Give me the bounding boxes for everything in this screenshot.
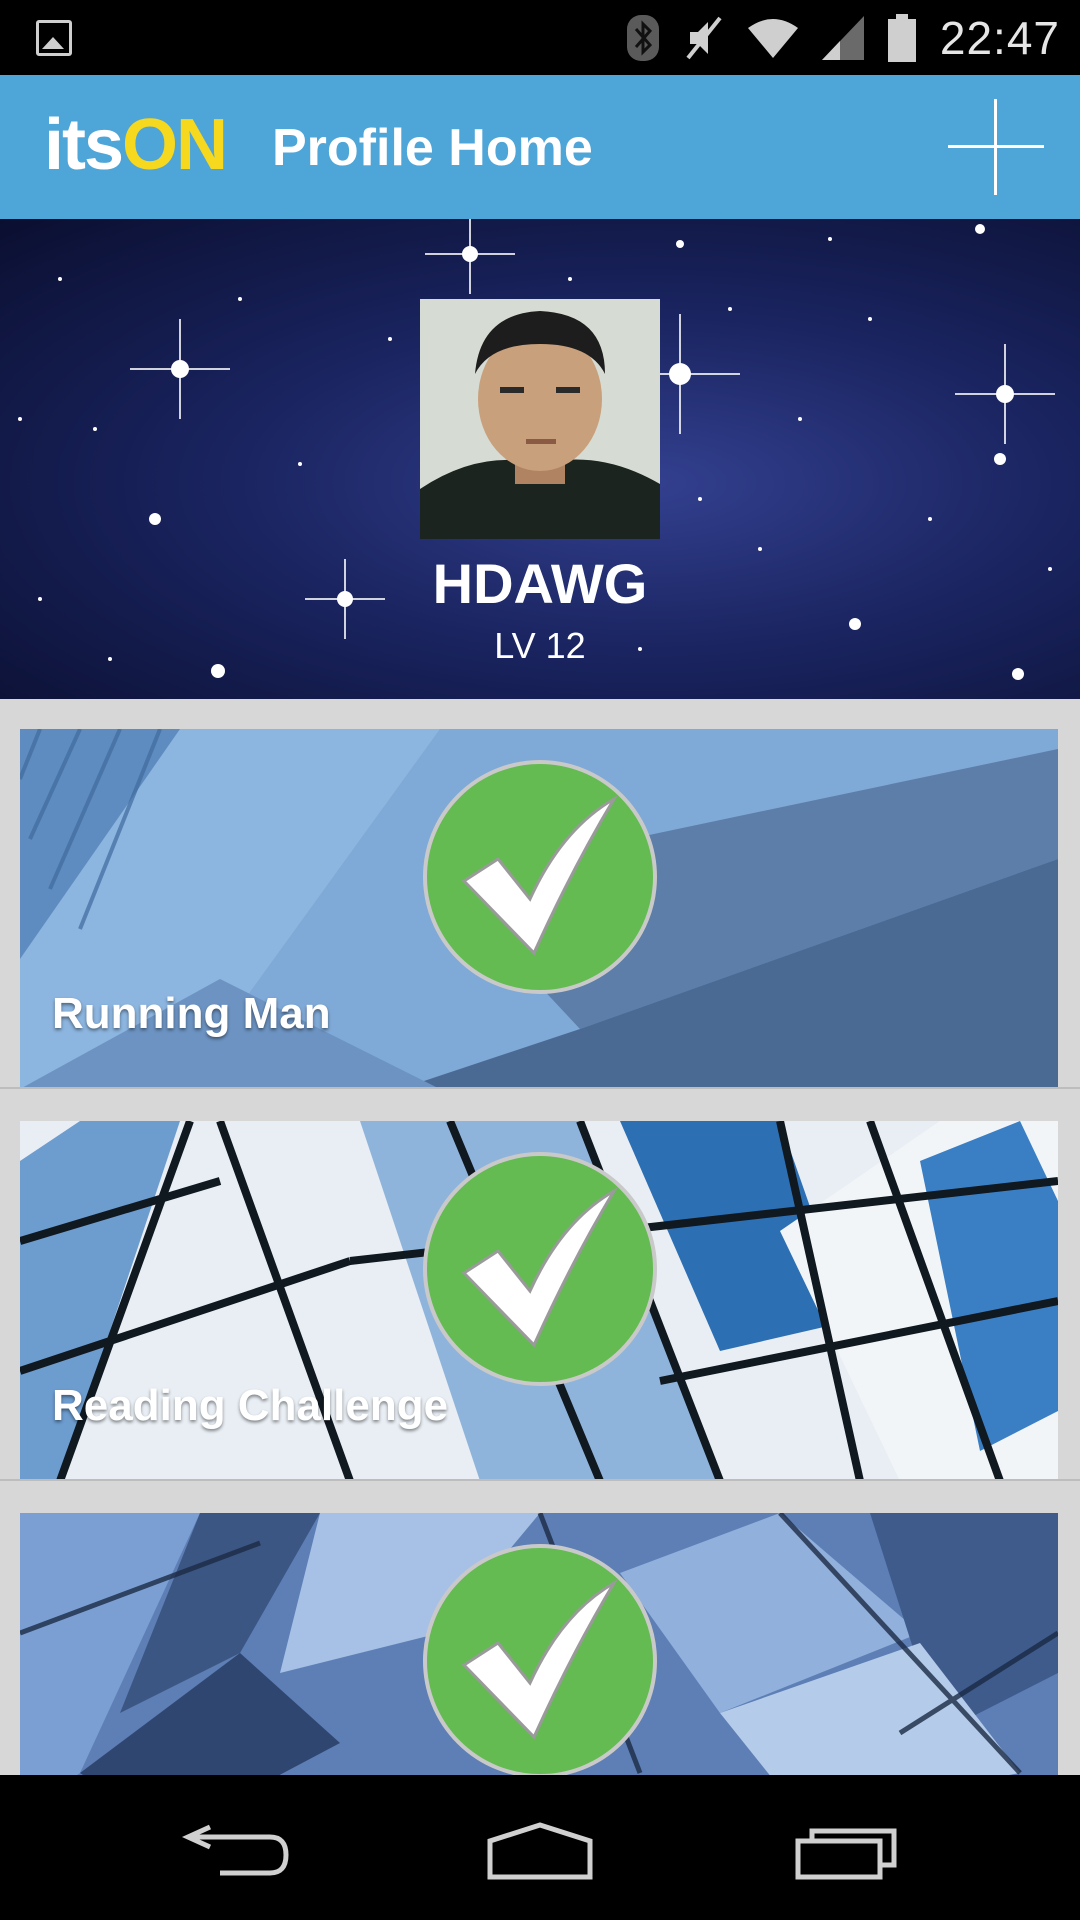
logo-on-text: ON (122, 105, 228, 185)
profile-level: LV 12 (494, 625, 586, 666)
challenge-card[interactable]: Running Man (20, 729, 1058, 1089)
add-button[interactable] (946, 97, 1046, 197)
back-icon (181, 1824, 289, 1876)
completed-check-icon (423, 760, 657, 994)
list-divider (0, 1087, 1080, 1089)
challenge-list[interactable]: Running Man Reading Challenge (0, 699, 1080, 1775)
profile-header: HDAWG LV 12 (0, 219, 1080, 699)
signal-icon (821, 15, 864, 60)
status-bar: 22:47 (0, 0, 1080, 75)
mute-icon (684, 14, 724, 62)
challenge-title: Running Man (52, 989, 331, 1038)
profile-username: HDAWG (432, 552, 648, 615)
completed-check-icon (423, 1152, 657, 1386)
back-button[interactable] (180, 1815, 300, 1885)
home-button[interactable] (480, 1815, 600, 1885)
status-clock: 22:47 (939, 11, 1060, 64)
navigation-bar (0, 1775, 1080, 1920)
recent-apps-icon (795, 1828, 897, 1880)
challenge-card[interactable] (20, 1513, 1058, 1775)
page-title: Profile Home (272, 119, 593, 177)
bluetooth-icon (626, 14, 660, 62)
logo-its-text: its (44, 105, 124, 185)
home-icon (487, 1822, 593, 1880)
challenge-card[interactable]: Reading Challenge (20, 1121, 1058, 1481)
recent-apps-button[interactable] (790, 1815, 910, 1885)
list-divider (0, 1479, 1080, 1481)
wifi-icon (747, 16, 798, 60)
avatar-photo (420, 299, 660, 539)
app-logo: itsON (44, 105, 228, 185)
gallery-notification-icon (36, 20, 72, 56)
battery-icon (887, 13, 916, 62)
app-bar: itsON Profile Home (0, 75, 1080, 219)
completed-check-icon (423, 1544, 657, 1775)
status-icons: 22:47 (626, 0, 1080, 75)
challenge-title: Reading Challenge (52, 1381, 449, 1430)
avatar[interactable] (420, 299, 660, 539)
